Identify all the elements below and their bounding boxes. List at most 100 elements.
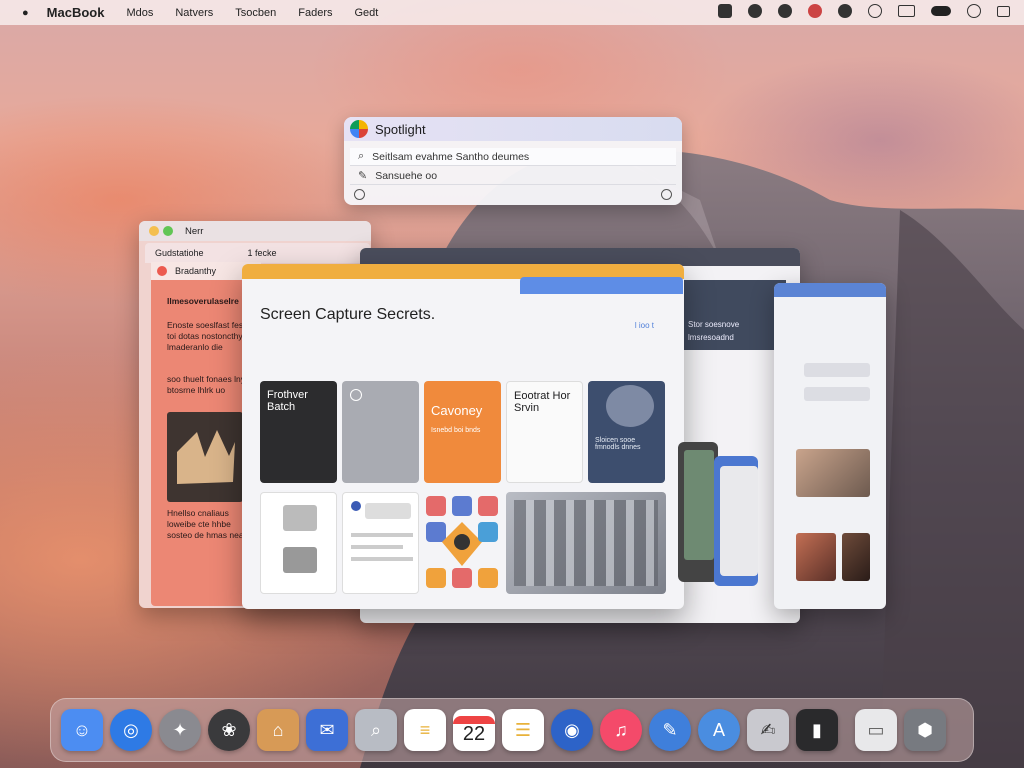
menu-bar: ● MacBook Mdos Natvers Tsocben Faders Ge… [0,0,1024,25]
main-link[interactable]: l ioo t [635,321,654,330]
spotlight-panel: Spotlight ⌕ Seitlsam evahme Santho deume… [344,117,682,205]
notes-subtitle: Bradanthy [175,266,217,276]
card-2[interactable] [342,381,419,483]
wifi-icon[interactable] [967,4,981,18]
close-button[interactable] [157,266,167,276]
spotlight-title: Spotlight [375,121,426,137]
blue-tab [520,277,683,294]
menu-item-5[interactable]: Gedt [355,7,379,19]
textedit-icon[interactable]: ✍ [747,709,789,751]
blue-window[interactable] [774,283,886,609]
menu-item-4[interactable]: Faders [298,7,332,19]
notes-tab-bar: Gudstatiohe 1 fecke [145,243,370,263]
card-subtitle: Sloicen sooe fmnodls dnnes [595,437,641,451]
menu-item-3[interactable]: Tsocben [235,7,276,19]
spotlight-suggestion[interactable]: ✎ Sansuehe oo [350,167,676,185]
home-icon[interactable]: ⌂ [257,709,299,751]
safari-icon[interactable]: ◎ [110,709,152,751]
card-8[interactable] [424,492,501,594]
notes-title: Nerr [185,225,204,237]
dock: ☺ ◎ ✦ ❀ ⌂ ✉ ⌕ ≡ 22 ☰ ◉ ♫ ✎ A ✍ ▮ ▭ ⬢ [50,698,974,762]
placeholder-bar [804,363,870,377]
main-window[interactable]: Screen Capture Secrets. l ioo t Frothver… [242,264,684,609]
card-1[interactable]: Frothver Batch [260,381,337,483]
camera-icon[interactable] [718,4,732,18]
colorful-graphic [426,496,498,588]
image-thumbnail [796,533,836,581]
globe-icon[interactable] [838,4,852,18]
card-9[interactable] [506,492,666,594]
calendar-icon[interactable]: 22 [453,709,495,751]
circle-icon [350,389,362,401]
music-icon[interactable]: ♫ [600,709,642,751]
cloud-icon[interactable] [868,4,882,18]
notes-icon[interactable]: ≡ [404,709,446,751]
card-3[interactable]: Cavoney Isnebd boi bnds [424,381,501,483]
card-6[interactable] [260,492,337,594]
text-line [351,557,413,561]
card-subtitle: Isnebd boi bnds [431,427,481,434]
page-title: Screen Capture Secrets. [260,306,436,323]
menu-item-1[interactable]: Mdos [126,7,153,19]
disk-icon[interactable]: ▭ [855,709,897,751]
notes-image [167,412,243,502]
spotlight-logo-icon [350,120,368,138]
reminders-icon[interactable]: ☰ [502,709,544,751]
image-thumbnail [606,385,654,427]
image-thumbnail [283,547,317,573]
app-store-icon[interactable]: A [698,709,740,751]
compass-icon[interactable] [748,4,762,18]
image-thumbnail [283,505,317,531]
circle-icon[interactable] [354,188,365,200]
search-icon: ⌕ [358,150,365,162]
dark-side-sub: lmsresoadnd [688,333,734,342]
photos-icon[interactable]: ❀ [208,709,250,751]
text-line [351,545,403,549]
avatar [351,501,361,511]
blue-titlebar [774,283,886,297]
zoom-button[interactable] [163,226,173,236]
card-title: Cavoney [431,403,483,418]
card-title: Frothver Batch [267,389,308,413]
circle-icon[interactable] [661,188,672,200]
notes-titlebar: Nerr [139,221,371,241]
spotlight-footer [350,187,676,201]
status-menu-area [718,4,1010,18]
spotlight-search-input[interactable]: ⌕ Seitlsam evahme Santho deumes [350,148,676,166]
pencil-icon: ✎ [358,170,368,182]
menu-item-2[interactable]: Natvers [175,7,213,19]
text-line [351,533,413,537]
preview-icon[interactable]: ⌕ [355,709,397,751]
dark-sidebar: Stor soesnove lmsresoadnd [682,280,786,350]
mail-icon[interactable]: ✉ [306,709,348,751]
placeholder-bar [804,387,870,401]
spotlight-header: Spotlight [344,117,682,141]
finder-icon[interactable]: ☺ [61,709,103,751]
bird-icon[interactable] [778,4,792,18]
card-5[interactable]: Sloicen sooe fmnodls dnnes [588,381,665,483]
apple-menu-icon[interactable]: ● [22,7,29,19]
dark-side-title: Stor soesnove [688,320,740,329]
calendar-day: 22 [462,723,486,745]
user-icon[interactable] [808,4,822,18]
app-menu[interactable]: MacBook [47,5,105,20]
image-thumbnail [796,449,870,497]
placeholder-bar [365,503,411,519]
device-graphic [678,442,758,586]
card-4[interactable]: Eootrat Hor Srvin [506,381,583,483]
card-7[interactable] [342,492,419,594]
notes-tab-right[interactable]: 1 fecke [248,248,277,258]
display-icon[interactable] [898,5,915,17]
control-center-icon[interactable] [997,5,1010,17]
notes-tab-left[interactable]: Gudstatiohe [155,248,204,258]
terminal-icon[interactable]: ▮ [796,709,838,751]
image-thumbnail [514,500,658,586]
suggestion-text: Sansuehe oo [375,169,438,182]
podcasts-icon[interactable]: ◉ [551,709,593,751]
pages-icon[interactable]: ✎ [649,709,691,751]
trash-icon[interactable]: ⬢ [904,709,946,751]
card-title: Eootrat Hor Srvin [514,390,571,414]
battery-icon[interactable] [931,6,951,16]
minimize-button[interactable] [149,226,159,236]
launchpad-icon[interactable]: ✦ [159,709,201,751]
